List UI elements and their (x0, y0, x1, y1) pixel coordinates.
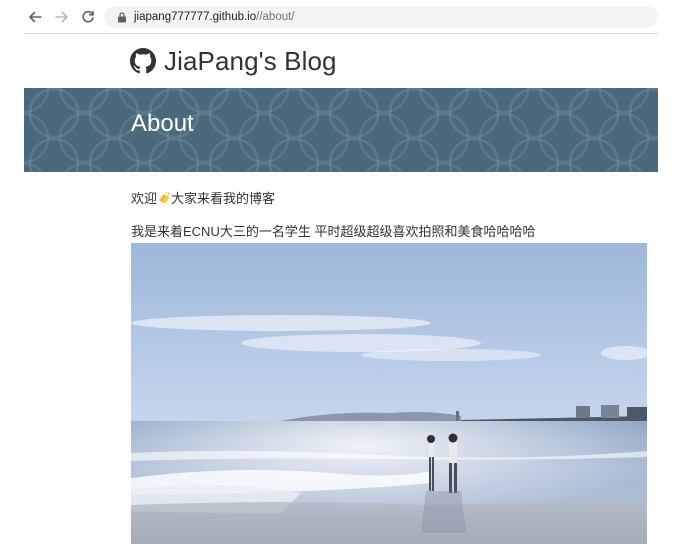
arrow-right-icon (55, 11, 68, 23)
welcome-text-post: 大家来看我的博客 (171, 191, 276, 206)
clapping-hands-icon (159, 192, 170, 204)
reload-icon (82, 10, 94, 23)
beach-photo (131, 243, 647, 544)
arrow-left-icon (29, 11, 42, 23)
hero-banner: About (24, 88, 658, 172)
site-title[interactable]: JiaPang's Blog (164, 46, 337, 77)
url-path: //about/ (256, 11, 295, 23)
address-bar[interactable]: jiapang777777.github.io//about/ (104, 6, 658, 28)
intro-paragraph: 我是来着ECNU大三的一名学生 平时超级超级喜欢拍照和美食哈哈哈哈 (131, 224, 536, 239)
github-icon (130, 48, 156, 74)
forward-button[interactable] (51, 6, 73, 28)
back-button[interactable] (24, 6, 46, 28)
url-text: jiapang777777.github.io//about/ (134, 11, 295, 23)
welcome-paragraph: 欢迎 大家来看我的博客 (131, 190, 275, 208)
page-title: About (131, 110, 194, 137)
lock-icon (114, 9, 130, 25)
toolbar-divider (24, 33, 658, 34)
site-header[interactable]: JiaPang's Blog (130, 44, 337, 78)
banner-pattern (24, 88, 658, 172)
reload-button[interactable] (77, 6, 99, 28)
welcome-text-pre: 欢迎 (131, 191, 158, 206)
browser-toolbar: jiapang777777.github.io//about/ (0, 0, 696, 33)
url-host: jiapang777777.github.io (134, 11, 257, 23)
